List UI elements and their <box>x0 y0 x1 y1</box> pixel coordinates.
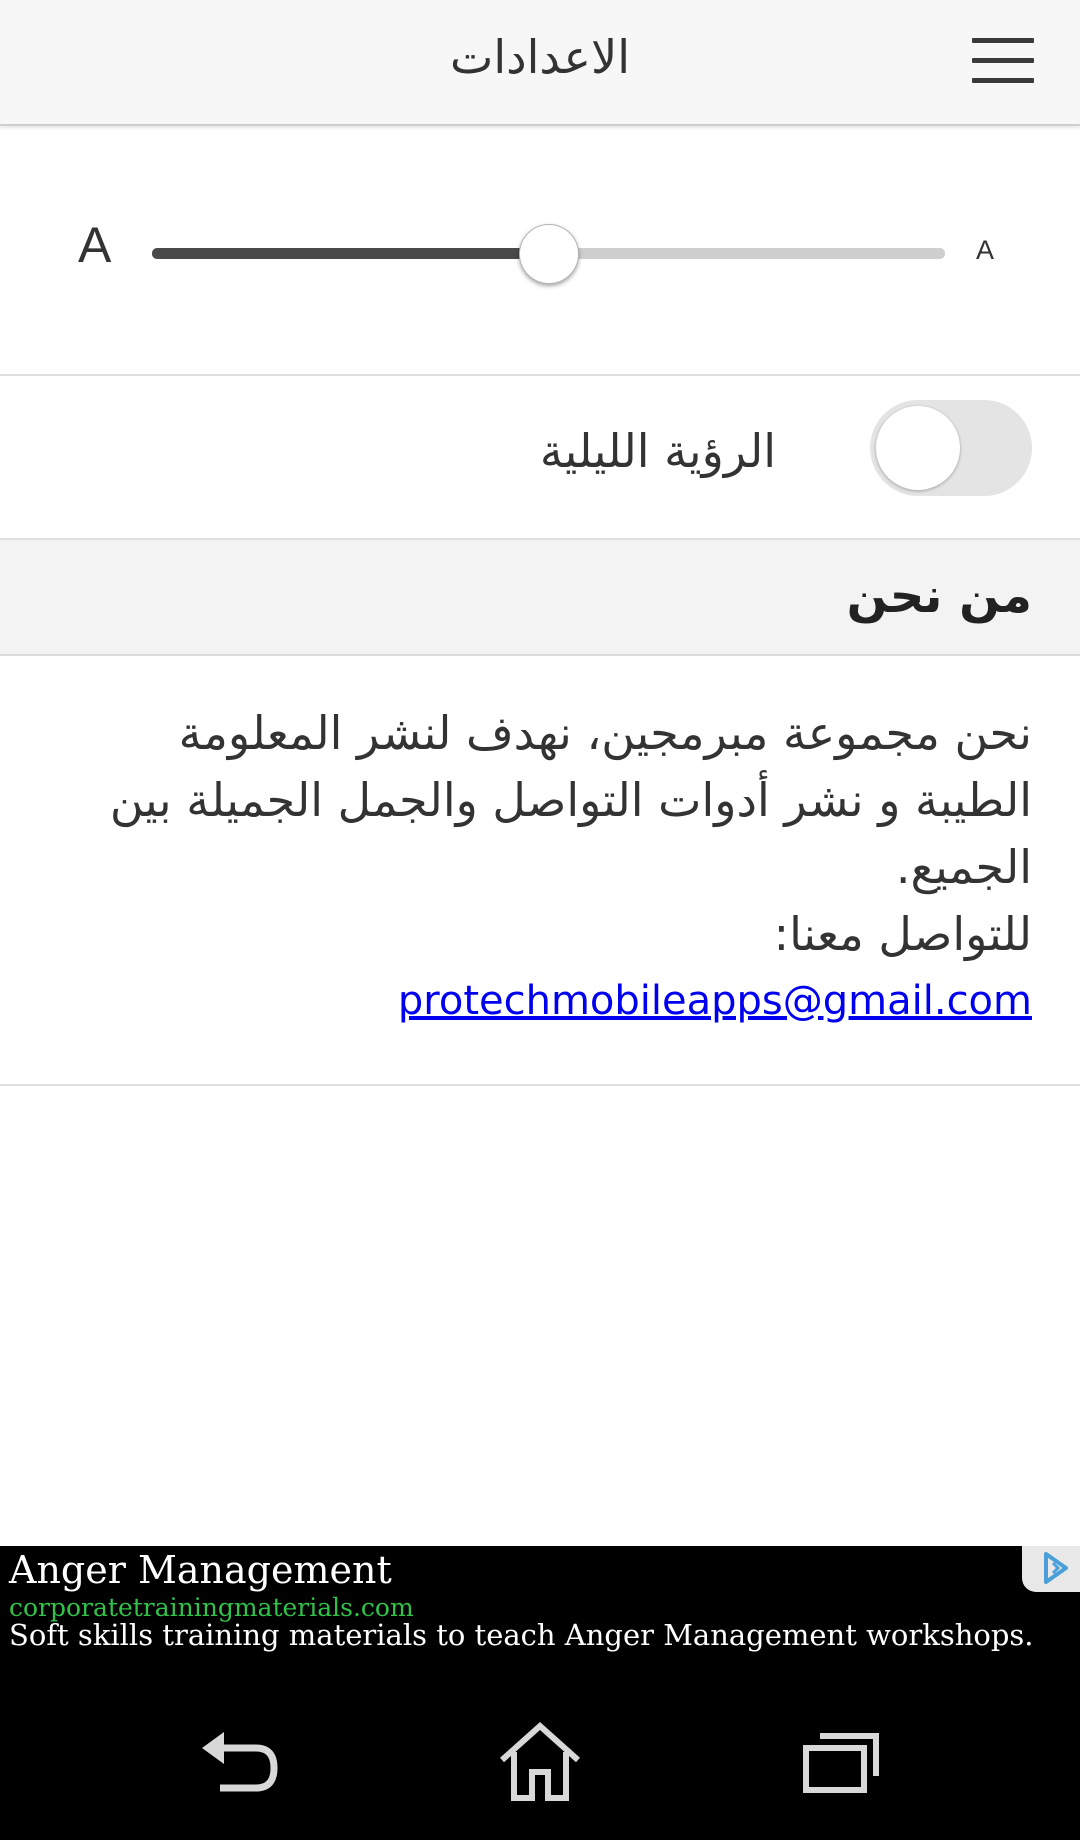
back-icon[interactable] <box>192 1720 288 1804</box>
hamburger-menu-icon[interactable] <box>972 38 1034 84</box>
font-size-slider[interactable] <box>152 222 945 286</box>
slider-thumb[interactable] <box>518 224 579 284</box>
ad-banner[interactable]: Anger Management corporatetrainingmateri… <box>0 1546 1080 1680</box>
system-nav-bar <box>0 1680 1080 1840</box>
adchoices-icon[interactable] <box>1022 1546 1080 1592</box>
ad-description[interactable]: Soft skills training materials to teach … <box>9 1618 1034 1652</box>
font-size-row: A A <box>0 128 1080 376</box>
about-section-header: من نحن <box>0 540 1080 656</box>
app-header: الاعدادات <box>0 0 1080 126</box>
settings-screen: الاعدادات A A الرؤية الليلية من نحن نحن … <box>0 0 1080 1840</box>
toggle-knob <box>876 406 960 490</box>
night-mode-row: الرؤية الليلية <box>0 376 1080 540</box>
about-section-title: من نحن <box>846 568 1032 624</box>
ad-title[interactable]: Anger Management <box>9 1548 392 1592</box>
recent-apps-icon[interactable] <box>792 1720 888 1804</box>
small-font-label: A <box>976 235 995 265</box>
home-icon[interactable] <box>492 1720 588 1804</box>
page-title: الاعدادات <box>450 30 630 84</box>
contact-label: للتواصل معنا: <box>773 907 1032 961</box>
slider-fill <box>152 248 549 259</box>
night-mode-label: الرؤية الليلية <box>539 424 776 478</box>
email-link[interactable]: protechmobileapps@gmail.com <box>398 978 1032 1024</box>
about-description: نحن مجموعة مبرمجين، نهدف لنشر المعلومة ا… <box>109 706 1032 894</box>
night-mode-toggle[interactable] <box>870 400 1032 496</box>
about-section-body: نحن مجموعة مبرمجين، نهدف لنشر المعلومة ا… <box>0 656 1080 1086</box>
large-font-label: A <box>78 217 112 273</box>
